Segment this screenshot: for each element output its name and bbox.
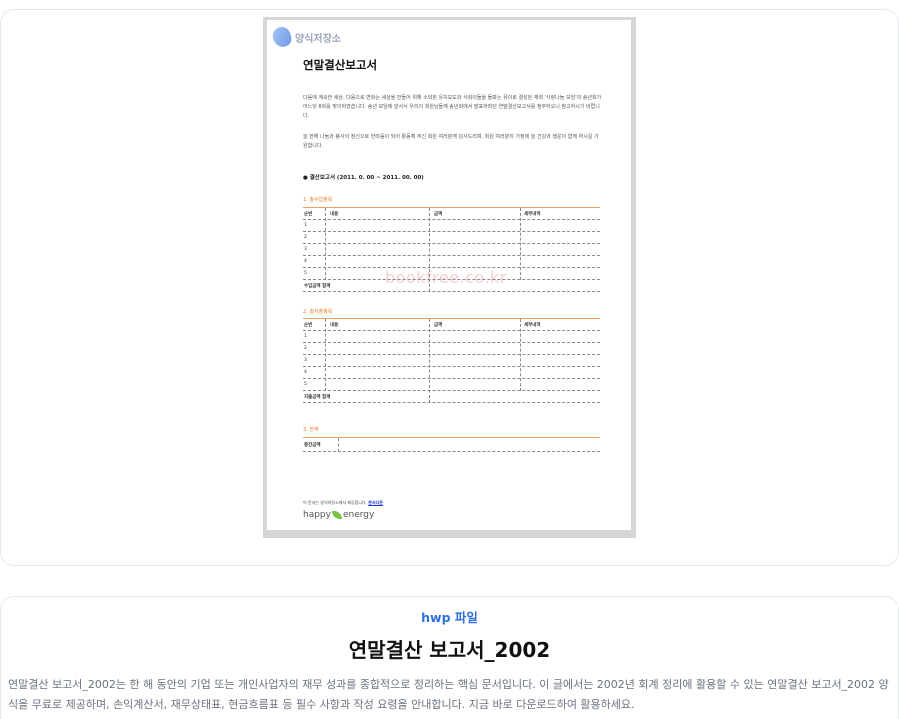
footer-note: 이 문서는 양식저장소에서 제공합니다. 문서다운 [303,500,383,506]
leaf-icon [331,511,342,519]
logo-text: 양식저장소 [295,33,341,45]
row-number: 4 [304,259,307,264]
total-label: 지출금액 합계 [304,395,331,400]
table-row: 1 [303,220,600,232]
column-divider [429,319,430,403]
row-number: 2 [304,235,307,240]
balance-row: 총잔금액 [303,438,600,452]
balance-table: 총잔금액 [303,438,600,452]
col-header: 금액 [434,323,443,328]
site-logo: 양식저장소 [270,25,341,49]
section-income-title: 1. 총수입항목 [303,197,333,203]
row-number: 4 [304,370,307,375]
doc-title: 연말결산보고서 [303,58,378,72]
document-page: 양식저장소 연말결산보고서 다음에 계속한 새상. 다음으로 변화는 세상을 만… [267,20,631,530]
info-card: hwp 파일 연말결산 보고서_2002 연말결산 보고서_2002는 한 해 … [0,596,899,719]
column-divider [338,438,339,452]
file-type-label: hwp 파일 [421,610,478,625]
preview-card: 양식저장소 연말결산보고서 다음에 계속한 새상. 다음으로 변화는 세상을 만… [0,9,899,566]
col-header: 세부내역 [524,323,541,328]
section-expense-title: 2. 총지출항목 [303,309,333,315]
column-divider [520,208,521,280]
row-number: 3 [304,247,307,252]
table-row: 5 [303,379,600,391]
row-number: 3 [304,358,307,363]
page-title: 연말결산 보고서_2002 [348,638,551,662]
row-number: 5 [304,382,307,387]
table-header-row: 순번 내용 금액 세부내역 [303,208,600,220]
footer-note-text: 이 문서는 양식저장소에서 제공합니다. [303,500,367,505]
footer-brand-logo: happy energy [303,510,374,520]
table-row: 1 [303,331,600,343]
doc-paragraph: 다음에 계속한 새상. 다음으로 변화는 세상을 만들어 위해 소외된 유치보도… [303,95,602,119]
brand-text-right: energy [342,510,375,520]
col-header: 금액 [434,212,443,217]
row-number: 1 [304,334,307,339]
report-period-heading: ● 결산보고서 (2011. 0. 00 ~ 2011. 00. 00) [303,175,424,181]
total-label: 수입금액 합계 [304,284,331,289]
doc-paragraph: 늘 한해 나눔과 봉사의 정신으로 한마음이 되어 활동해 주신 회원 여러분께… [303,134,599,149]
balance-label: 총잔금액 [304,443,321,448]
table-row: 3 [303,355,600,367]
col-header: 내용 [330,212,339,217]
row-number: 1 [304,223,307,228]
table-row: 4 [303,367,600,379]
column-divider [325,319,326,391]
row-number: 2 [304,346,307,351]
column-divider [520,319,521,391]
col-header: 순번 [304,323,313,328]
table-header-row: 순번 내용 금액 세부내역 [303,319,600,331]
brand-text-left: happy [303,510,331,520]
table-row: 2 [303,343,600,355]
column-divider [325,208,326,280]
expense-table: 순번 내용 금액 세부내역 1 2 3 4 5 지출금액 합계 [303,319,600,403]
document-preview[interactable]: 양식저장소 연말결산보고서 다음에 계속한 새상. 다음으로 변화는 세상을 만… [263,17,636,538]
logo-icon [270,25,294,49]
row-number: 5 [304,271,307,276]
col-header: 내용 [330,323,339,328]
col-header: 순번 [304,212,313,217]
table-row: 4 [303,256,600,268]
section-balance-title: 3. 잔액 [303,427,319,433]
table-row: 2 [303,232,600,244]
table-row: 3 [303,244,600,256]
expense-total-row: 지출금액 합계 [303,391,600,403]
footer-link[interactable]: 문서다운 [368,500,383,505]
description: 연말결산 보고서_2002는 한 해 동안의 기업 또는 개인사업자의 재무 성… [8,678,889,711]
col-header: 세부내역 [524,212,541,217]
watermark: bookfree.co.kr [385,268,507,287]
